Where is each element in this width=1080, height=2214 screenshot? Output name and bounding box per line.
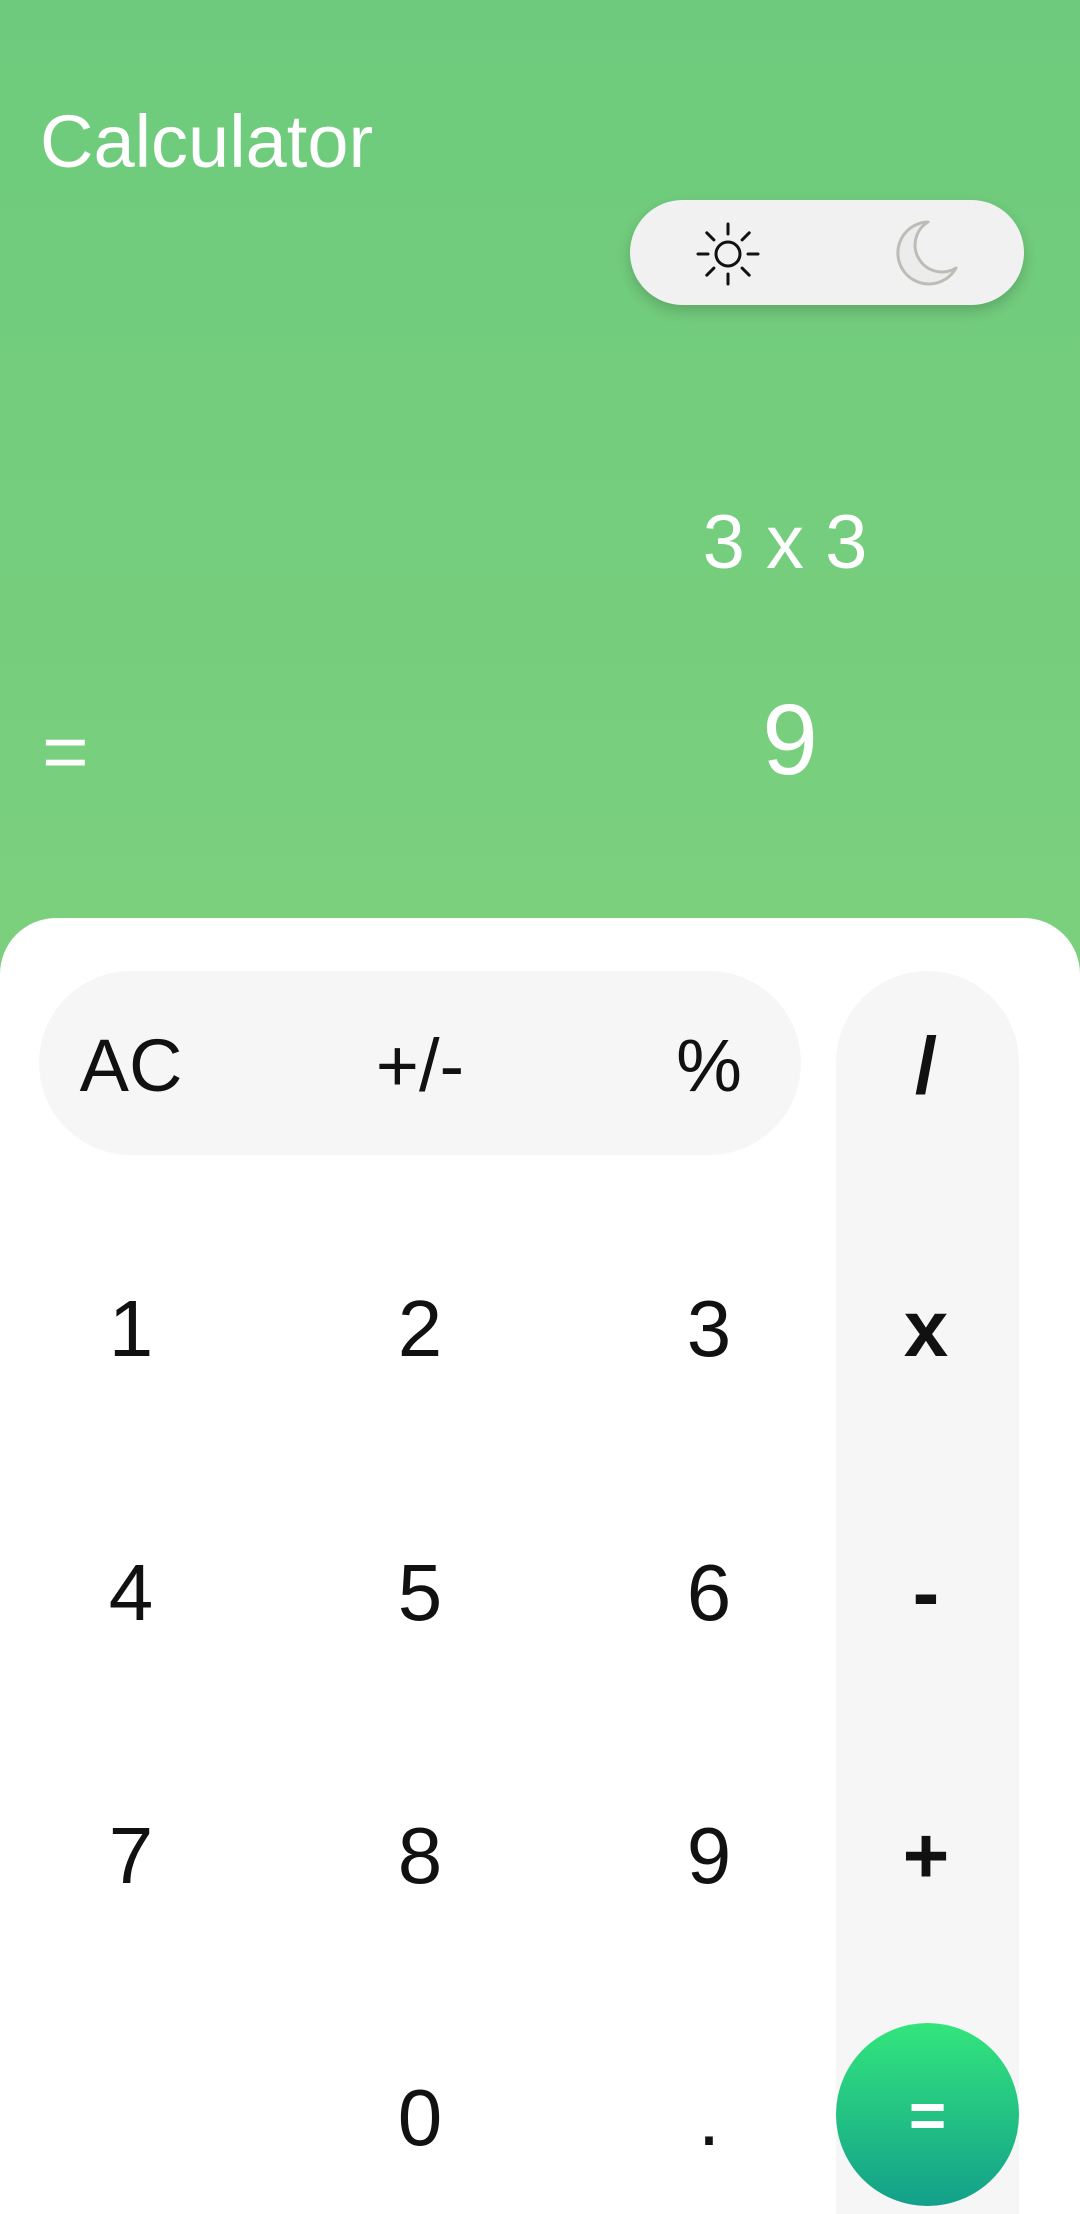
- equals-indicator: =: [42, 707, 89, 796]
- digit-6-button[interactable]: 6: [619, 1518, 799, 1668]
- multiply-button[interactable]: x: [836, 1254, 1016, 1404]
- digit-8-button[interactable]: 8: [330, 1781, 510, 1931]
- digit-2-button[interactable]: 2: [330, 1254, 510, 1404]
- digit-7-button[interactable]: 7: [41, 1781, 221, 1931]
- equals-button[interactable]: =: [836, 2023, 1019, 2206]
- digit-9-button[interactable]: 9: [619, 1781, 799, 1931]
- digit-4-button[interactable]: 4: [41, 1518, 221, 1668]
- digit-0-button[interactable]: 0: [330, 2043, 510, 2193]
- result-display: 9: [762, 684, 818, 796]
- expression-display: 3 x 3: [702, 500, 868, 585]
- app-title: Calculator: [40, 100, 374, 183]
- clear-button[interactable]: AC: [41, 991, 221, 1141]
- theme-toggle[interactable]: [630, 200, 1024, 305]
- digit-3-button[interactable]: 3: [619, 1254, 799, 1404]
- percent-button[interactable]: %: [619, 991, 799, 1141]
- subtract-button[interactable]: -: [836, 1518, 1016, 1668]
- digit-5-button[interactable]: 5: [330, 1518, 510, 1668]
- add-button[interactable]: +: [836, 1781, 1016, 1931]
- digit-1-button[interactable]: 1: [41, 1254, 221, 1404]
- plus-minus-button[interactable]: +/-: [330, 991, 510, 1141]
- divide-button[interactable]: /: [836, 991, 1016, 1141]
- sun-icon[interactable]: [694, 220, 762, 288]
- decimal-button[interactable]: .: [619, 2043, 799, 2193]
- moon-icon[interactable]: [888, 216, 962, 290]
